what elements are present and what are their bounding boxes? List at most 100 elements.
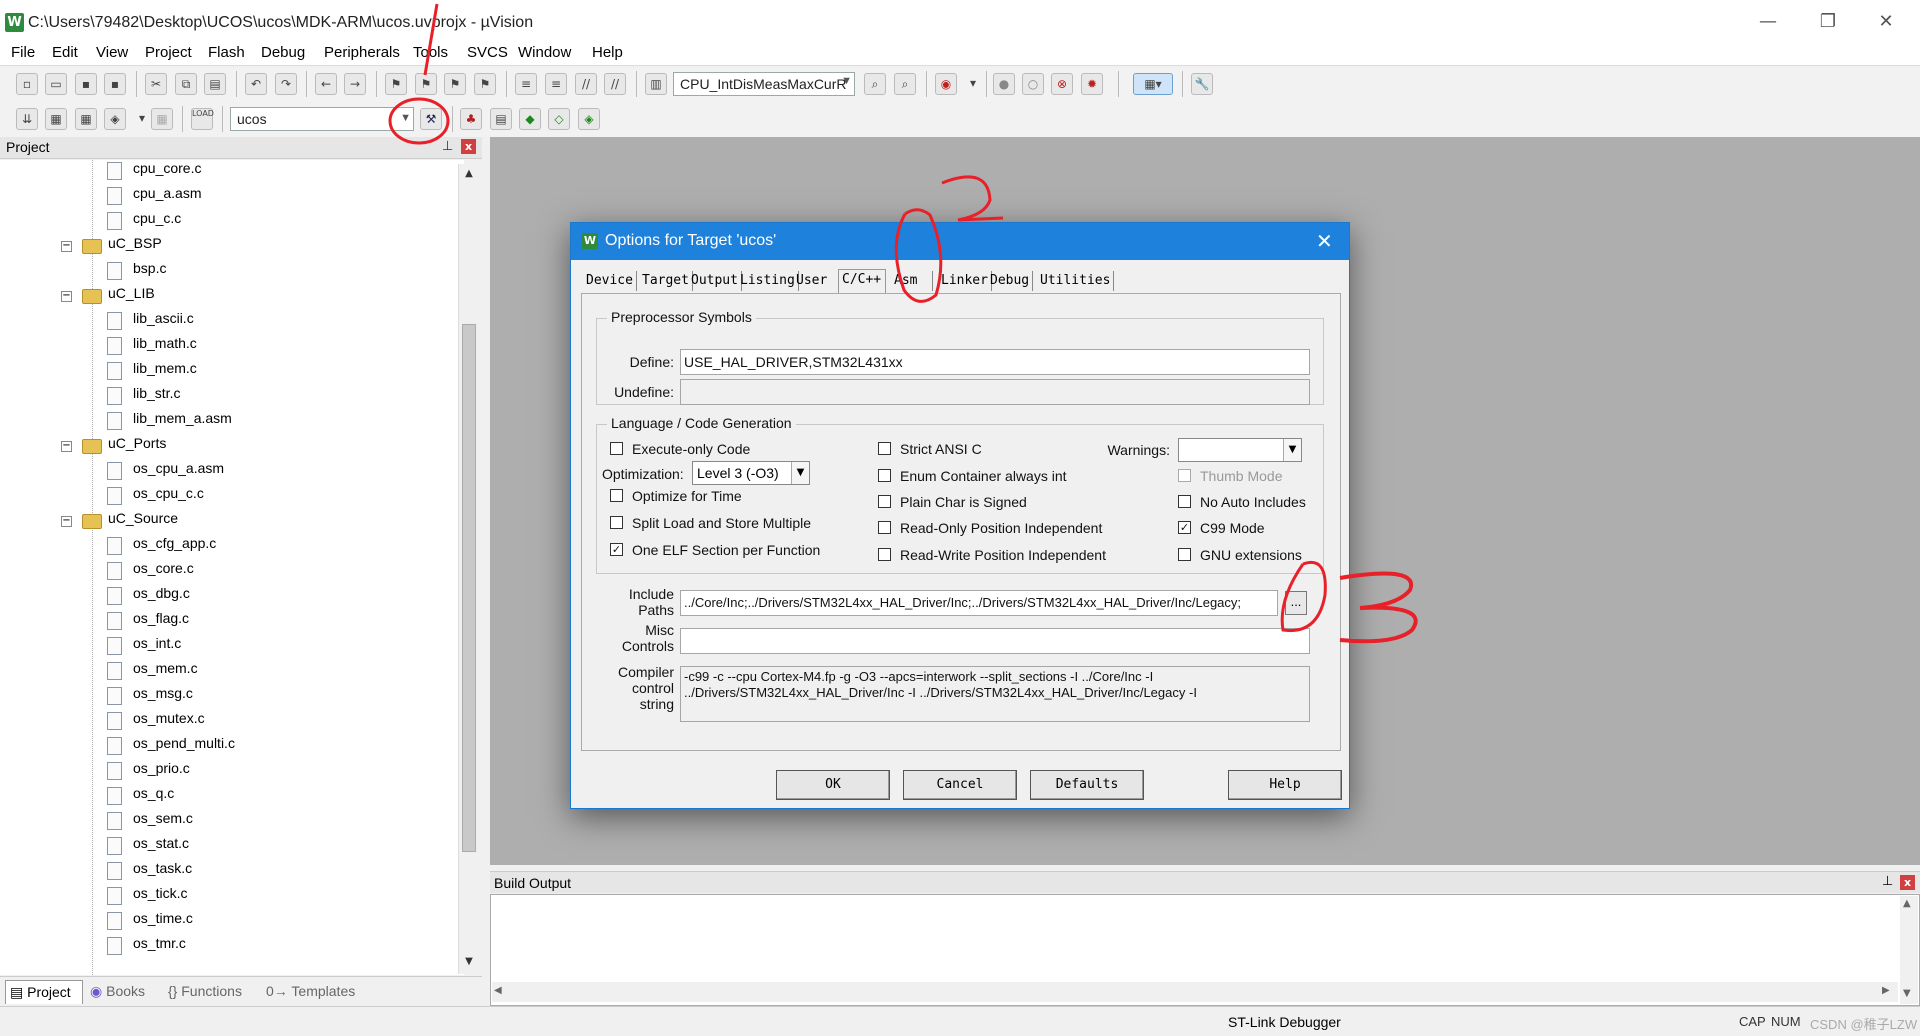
tree-folder[interactable]: − uC_LIB [61,285,155,309]
tree-file[interactable]: os_msg.c [107,685,193,709]
menu-project[interactable]: Project [145,44,192,61]
build-output-hscroll[interactable]: ◀ ▶ [492,982,1898,1002]
options-for-target-icon[interactable]: ⚒ [420,108,442,130]
menu-file[interactable]: File [11,44,35,61]
tree-file[interactable]: os_int.c [107,635,181,659]
dialog-close-icon[interactable]: ✕ [1316,229,1333,253]
menu-help[interactable]: Help [592,44,623,61]
debug-dropdown-icon[interactable]: ▾ [962,73,984,95]
tree-file[interactable]: os_time.c [107,910,193,934]
batch-build-icon[interactable]: ◈ [104,108,126,130]
collapse-toggle-icon[interactable]: − [61,291,72,302]
tree-file[interactable]: os_stat.c [107,835,189,859]
breakpoint-disable-all-icon[interactable]: ⊗ [1051,73,1073,95]
batch-dropdown-icon[interactable]: ▾ [131,108,153,130]
define-input[interactable]: USE_HAL_DRIVER,STM32L431xx [680,349,1310,375]
target-combo[interactable]: ucos ▼ [230,107,414,131]
tree-file[interactable]: os_task.c [107,860,192,884]
incremental-find-icon[interactable]: ⌕ [894,73,916,95]
menu-edit[interactable]: Edit [52,44,78,61]
tree-file[interactable]: cpu_core.c [107,160,201,184]
tree-file[interactable]: os_cpu_a.asm [107,460,224,484]
tab-c-cpp[interactable]: C/C++ [838,269,886,293]
cancel-button[interactable]: Cancel [903,770,1017,800]
build-icon[interactable]: ▦ [45,108,67,130]
scroll-right-icon[interactable]: ▶ [1882,985,1890,996]
tab-target[interactable]: Target [639,271,693,291]
tree-file[interactable]: lib_ascii.c [107,310,194,334]
tree-file[interactable]: os_q.c [107,785,174,809]
scroll-thumb[interactable] [462,324,476,852]
tree-file[interactable]: lib_mem_a.asm [107,410,232,434]
close-button[interactable]: ✕ [1866,8,1906,36]
warnings-select[interactable]: ▼ [1178,438,1302,462]
redo-icon[interactable]: ↷ [275,73,297,95]
tab-utilities[interactable]: Utilities [1037,271,1115,291]
build-output-vscroll[interactable]: ▲ ▼ [1900,896,1918,1004]
close-icon[interactable]: x [461,139,476,154]
tree-file[interactable]: lib_math.c [107,335,197,359]
tree-folder[interactable]: − uC_Ports [61,435,166,459]
breakpoint-kill-all-icon[interactable]: ✹ [1081,73,1103,95]
tree-file[interactable]: lib_str.c [107,385,180,409]
pack-update-icon[interactable]: ◈ [578,108,600,130]
include-paths-input[interactable]: ../Core/Inc;../Drivers/STM32L4xx_HAL_Dri… [680,590,1278,616]
menu-window[interactable]: Window [518,44,571,61]
tree-file[interactable]: os_core.c [107,560,194,584]
collapse-toggle-icon[interactable]: − [61,241,72,252]
tab-listing[interactable]: Listing [737,271,799,291]
bookmark-clear-icon[interactable]: ⚑ [474,73,496,95]
tree-file[interactable]: os_prio.c [107,760,190,784]
bookmark-prev-icon[interactable]: ⚑ [415,73,437,95]
optimization-select[interactable]: Level 3 (-O3) ▼ [692,461,810,485]
new-file-icon[interactable]: ▫ [16,73,38,95]
configure-wrench-icon[interactable]: 🔧 [1191,73,1213,95]
tree-file[interactable]: os_tick.c [107,885,187,909]
save-all-icon[interactable]: ▪ [104,73,126,95]
tree-file[interactable]: cpu_c.c [107,210,181,234]
menu-tools[interactable]: Tools [413,44,448,61]
menu-svcs[interactable]: SVCS [467,44,508,61]
ok-button[interactable]: OK [776,770,890,800]
tab-user[interactable]: User [793,271,830,291]
window-layout-icon[interactable]: ▦▾ [1133,73,1173,95]
close-icon[interactable]: x [1900,875,1915,890]
copy-icon[interactable]: ⧉ [175,73,197,95]
tab-debug[interactable]: Debug [987,271,1034,291]
tree-file[interactable]: os_dbg.c [107,585,190,609]
load-download-icon[interactable]: LOAD [191,108,214,130]
scroll-down-icon[interactable]: ▼ [1903,988,1911,999]
find-in-files-icon[interactable]: ▥ [645,73,667,95]
menu-debug[interactable]: Debug [261,44,305,61]
tree-file[interactable]: os_tmr.c [107,935,186,959]
tab-device[interactable]: Device [583,271,637,291]
tree-file[interactable]: lib_mem.c [107,360,197,384]
menu-flash[interactable]: Flash [208,44,245,61]
comment-icon[interactable]: // [575,73,597,95]
collapse-toggle-icon[interactable]: − [61,441,72,452]
tab-functions[interactable]: {} Functions [164,980,246,1004]
tab-output[interactable]: Output [688,271,742,291]
manage-project-items-icon[interactable]: ♣ [460,108,482,130]
rebuild-icon[interactable]: ▦ [75,108,97,130]
undo-icon[interactable]: ↶ [245,73,267,95]
tree-file[interactable]: os_pend_multi.c [107,735,235,759]
misc-controls-input[interactable] [680,628,1310,654]
find-icon[interactable]: ⌕ [864,73,886,95]
select-packs-icon[interactable]: ▤ [490,108,512,130]
tree-file[interactable]: os_mem.c [107,660,198,684]
scroll-up-icon[interactable]: ▲ [462,168,476,182]
pack-installer-icon[interactable]: ◇ [548,108,570,130]
include-paths-browse-button[interactable]: ... [1285,591,1307,615]
save-icon[interactable]: ▪ [75,73,97,95]
tree-file[interactable]: os_mutex.c [107,710,205,734]
menu-peripherals[interactable]: Peripherals [324,44,400,61]
breakpoint-insert-icon[interactable]: ● [993,73,1015,95]
tree-file[interactable]: os_cpu_c.c [107,485,204,509]
minimize-button[interactable]: — [1748,8,1788,36]
tab-asm[interactable]: Asm [891,271,933,291]
uncomment-icon[interactable]: // [604,73,626,95]
tree-file[interactable]: cpu_a.asm [107,185,201,209]
tree-folder[interactable]: − uC_BSP [61,235,162,259]
help-button[interactable]: Help [1228,770,1342,800]
